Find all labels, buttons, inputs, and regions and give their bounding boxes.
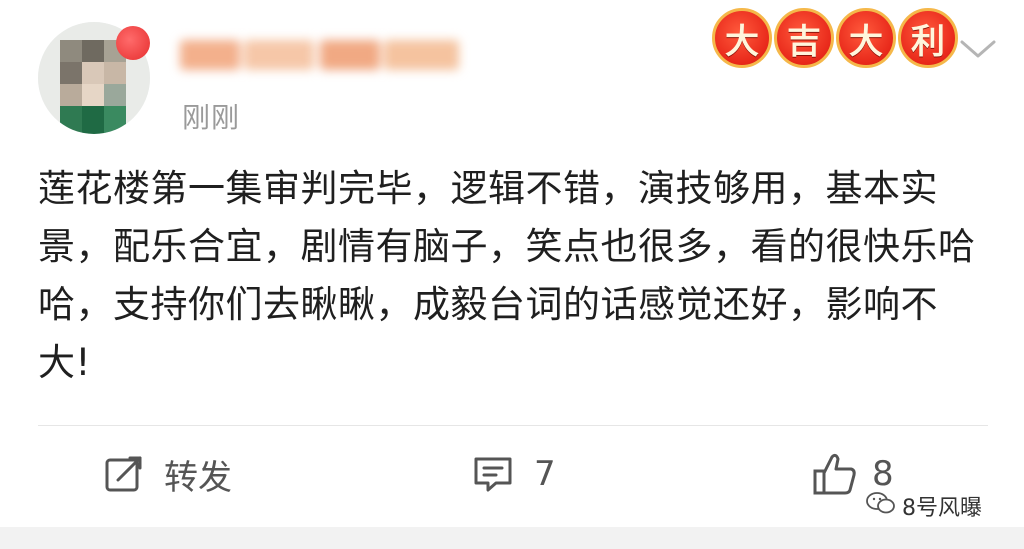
- comment-button[interactable]: 7: [472, 448, 556, 500]
- avatar-badge-dot: [116, 26, 150, 60]
- repost-icon: [104, 454, 144, 494]
- badge-char: 吉: [774, 8, 834, 68]
- bottom-strip: [0, 527, 1024, 549]
- post-content: 莲花楼第一集审判完毕，逻辑不错，演技够用，基本实景，配乐合宜，剧情有脑子，笑点也…: [38, 167, 976, 384]
- comment-count: 7: [534, 454, 556, 494]
- watermark-text: 8号风曝: [902, 496, 982, 521]
- divider: [38, 425, 988, 426]
- thumbs-up-icon: [812, 451, 858, 497]
- repost-label: 转发: [164, 457, 232, 498]
- wechat-icon: [866, 491, 896, 521]
- watermark: 8号风曝: [866, 490, 982, 522]
- badge-char: 大: [836, 8, 896, 68]
- username-blurred[interactable]: [174, 30, 464, 78]
- fortune-badges: 大 吉 大 利: [712, 8, 958, 68]
- repost-button[interactable]: 转发: [104, 448, 232, 500]
- badge-char: 利: [898, 8, 958, 68]
- badge-char: 大: [712, 8, 772, 68]
- post-time: 刚刚: [182, 101, 241, 134]
- comment-icon: [472, 454, 514, 494]
- chevron-down-icon[interactable]: [958, 34, 998, 64]
- like-count: 8: [872, 454, 894, 494]
